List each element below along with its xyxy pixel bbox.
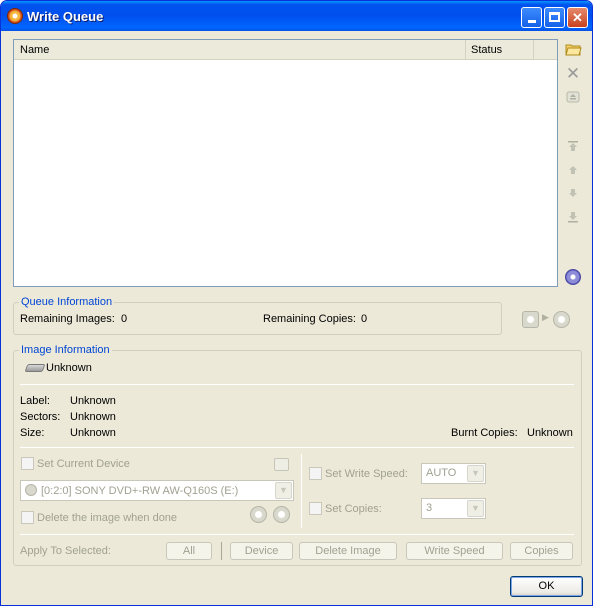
maximize-icon: [549, 12, 560, 22]
queue-disc-icon: [522, 311, 539, 328]
vertical-divider: [301, 454, 302, 528]
device-select[interactable]: [0:2:0] SONY DVD+-RW AW-Q160S (E:) ▼: [20, 480, 294, 501]
move-down-icon[interactable]: [564, 184, 582, 202]
list-header: Name Status: [14, 40, 557, 60]
image-drive-icon: [24, 364, 46, 372]
apply-all-button[interactable]: All: [166, 542, 212, 560]
burnt-copies-value: Unknown: [527, 427, 573, 439]
app-icon: [7, 8, 23, 24]
move-bottom-icon[interactable]: [564, 208, 582, 226]
close-icon: ✕: [572, 10, 583, 25]
ok-button[interactable]: OK: [510, 576, 583, 597]
delete-image-label: Delete the image when done: [37, 512, 178, 524]
remaining-images-label: Remaining Images:: [20, 313, 115, 325]
queue-information-title: Queue Information: [21, 296, 113, 308]
size-value: Unknown: [70, 427, 116, 439]
close-button[interactable]: ✕: [567, 7, 588, 28]
divider: [20, 447, 574, 448]
column-header-status[interactable]: Status: [466, 40, 534, 59]
set-copies-label: Set Copies:: [325, 503, 382, 515]
remaining-copies-value: 0: [361, 313, 368, 325]
label-value: Unknown: [70, 395, 116, 407]
device-info-icon[interactable]: [274, 458, 289, 471]
apply-write-speed-button[interactable]: Write Speed: [406, 542, 503, 560]
move-top-icon[interactable]: [564, 137, 582, 155]
move-up-icon[interactable]: [564, 161, 582, 179]
window-title: Write Queue: [27, 9, 104, 24]
apply-copies-button[interactable]: Copies: [510, 542, 573, 560]
delete-icon[interactable]: ✕: [564, 64, 582, 83]
eject-device-icon[interactable]: [250, 506, 267, 523]
apply-to-selected-label: Apply To Selected:: [20, 545, 111, 557]
column-header-name[interactable]: Name: [14, 40, 466, 59]
eject-icon[interactable]: [564, 88, 582, 106]
copies-select[interactable]: 3 ▼: [421, 498, 486, 519]
drive-icon: [25, 484, 37, 496]
minimize-icon: [528, 20, 536, 23]
queue-list[interactable]: Name Status: [13, 39, 558, 287]
burnt-copies-label: Burnt Copies:: [451, 427, 518, 439]
maximize-button[interactable]: [544, 7, 565, 28]
sectors-label: Sectors:: [20, 411, 61, 423]
load-device-icon[interactable]: [273, 506, 290, 523]
write-speed-select[interactable]: AUTO ▼: [421, 463, 486, 484]
write-speed-value: AUTO: [426, 467, 457, 479]
target-disc-icon: [553, 311, 570, 328]
burn-disc-icon[interactable]: [565, 269, 581, 285]
set-copies-checkbox[interactable]: [309, 502, 322, 515]
sectors-value: Unknown: [70, 411, 116, 423]
image-name: Unknown: [46, 362, 92, 374]
set-write-speed-checkbox[interactable]: [309, 467, 322, 480]
chevron-down-icon[interactable]: ▼: [275, 482, 292, 499]
divider: [20, 534, 574, 535]
apply-device-button[interactable]: Device: [230, 542, 293, 560]
chevron-down-icon[interactable]: ▼: [467, 500, 484, 517]
copies-value: 3: [426, 502, 433, 514]
vertical-divider: [221, 542, 222, 560]
label-label: Label:: [20, 395, 50, 407]
remaining-images-value: 0: [121, 313, 128, 325]
size-label: Size:: [20, 427, 45, 439]
set-current-device-label: Set Current Device: [37, 458, 130, 470]
image-information-group: Image Information: [13, 344, 582, 566]
apply-delete-image-button[interactable]: Delete Image: [299, 542, 397, 560]
device-select-value: [0:2:0] SONY DVD+-RW AW-Q160S (E:): [41, 485, 239, 497]
image-information-title: Image Information: [21, 344, 110, 356]
title-bar[interactable]: Write Queue ✕: [1, 1, 592, 31]
open-folder-icon[interactable]: [564, 40, 582, 58]
set-write-speed-label: Set Write Speed:: [325, 468, 408, 480]
remaining-copies-label: Remaining Copies:: [263, 313, 356, 325]
set-current-device-checkbox[interactable]: [21, 457, 34, 470]
minimize-button[interactable]: [521, 7, 542, 28]
play-arrow-icon: ▶: [542, 312, 549, 322]
delete-image-checkbox[interactable]: [21, 511, 34, 524]
divider: [20, 384, 574, 385]
chevron-down-icon[interactable]: ▼: [467, 465, 484, 482]
write-queue-window: Write Queue ✕ Name Status ✕ Queue Inform…: [0, 0, 593, 606]
